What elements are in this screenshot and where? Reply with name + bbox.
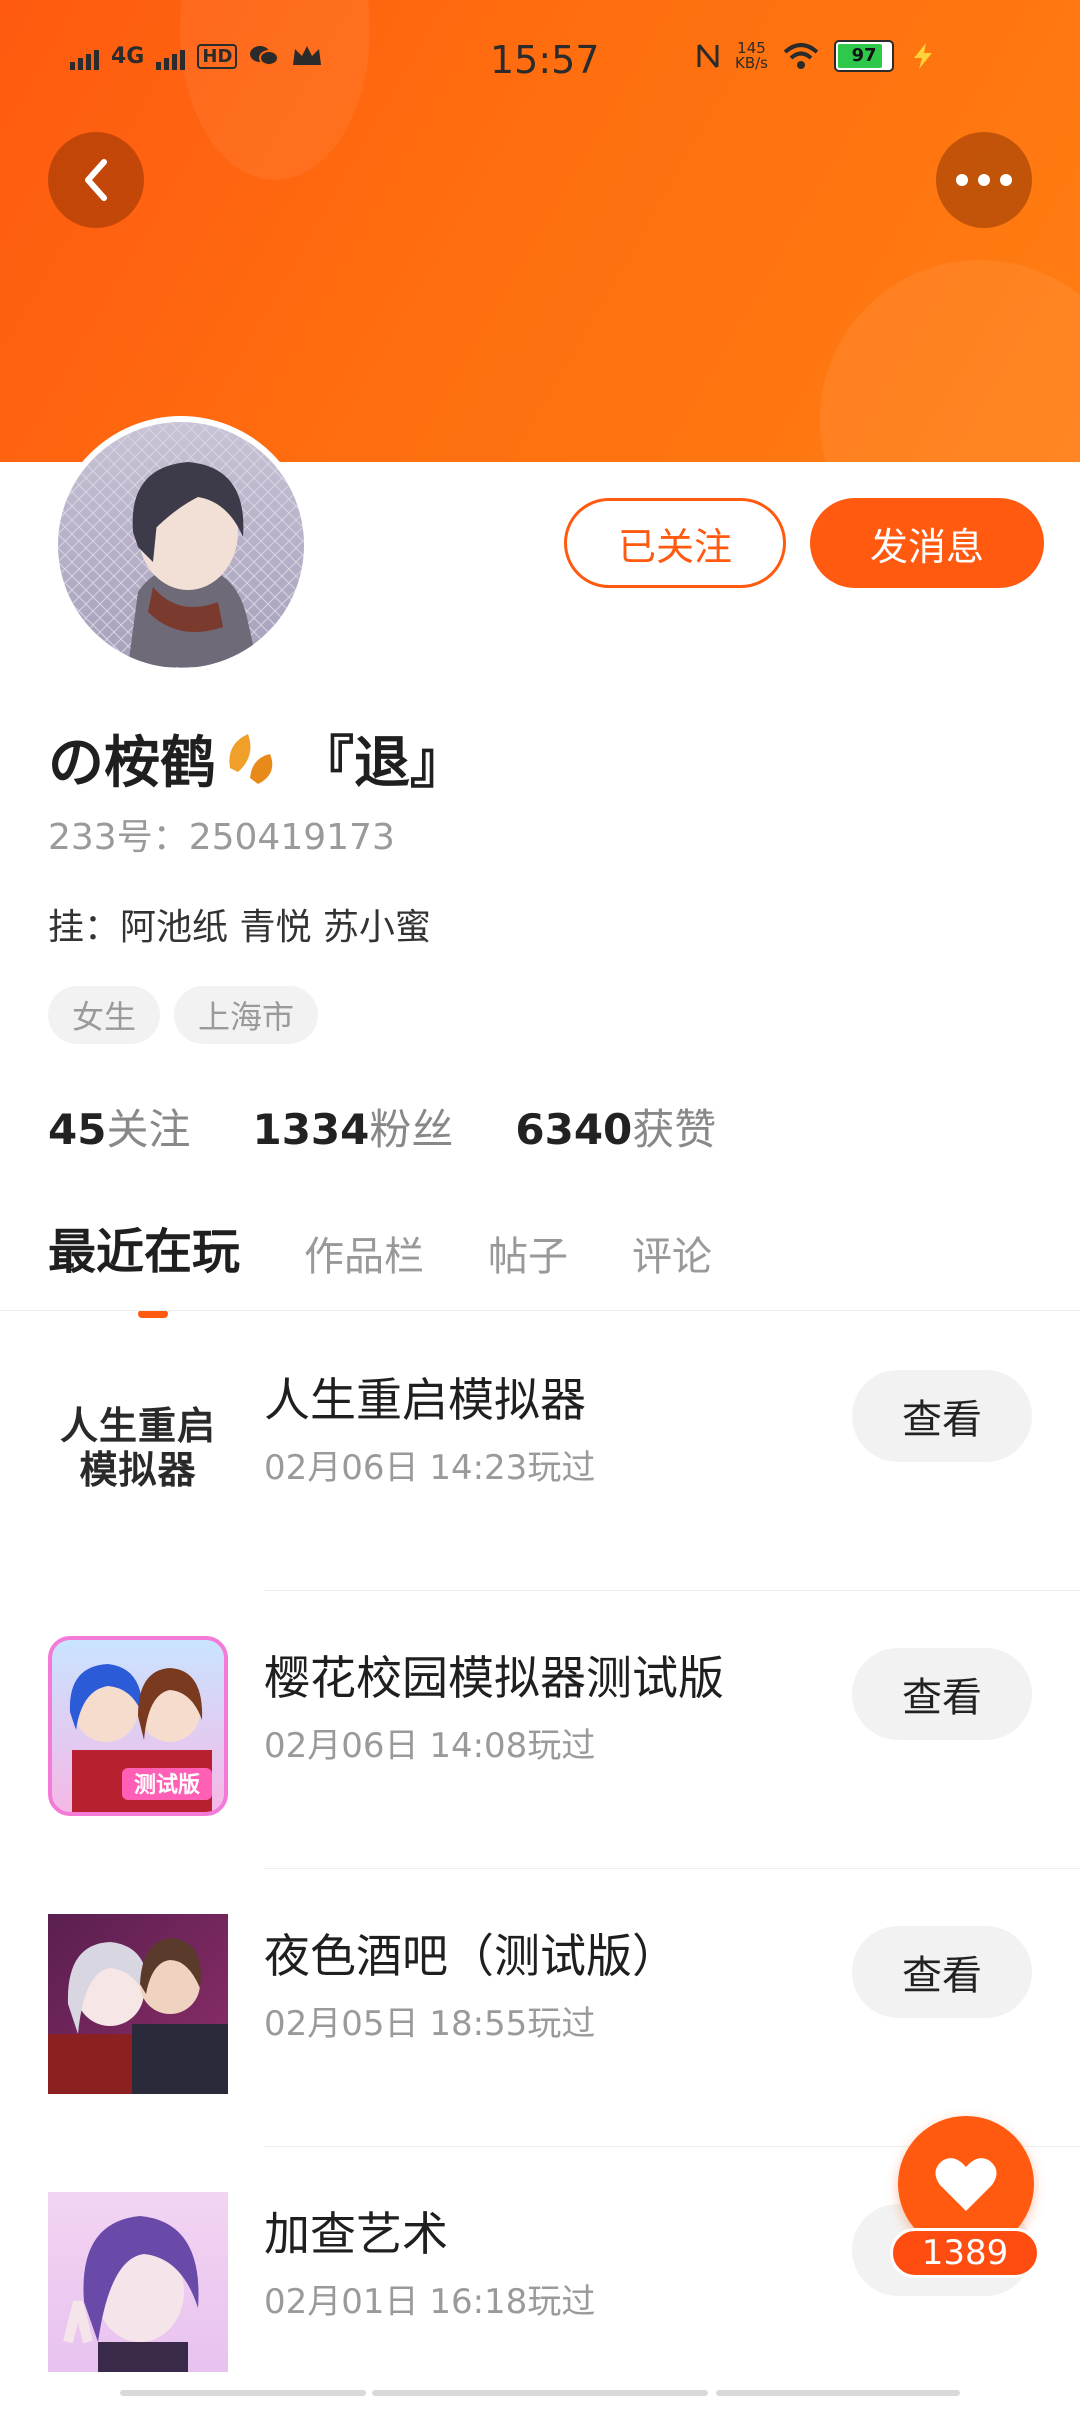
game-played-time: 02月06日 14:08玩过 bbox=[264, 1726, 596, 1766]
game-played-time: 02月06日 14:23玩过 bbox=[264, 1448, 596, 1488]
like-count-badge: 1389 bbox=[890, 2228, 1040, 2278]
avatar[interactable] bbox=[52, 416, 310, 674]
view-button[interactable]: 查看 bbox=[852, 1926, 1032, 2018]
profile-tags: 女生 上海市 bbox=[48, 986, 319, 1044]
game-icon bbox=[48, 1914, 228, 2094]
nfc-icon bbox=[697, 44, 719, 68]
pending-mentions: 挂：阿池纸 青悦 苏小蜜 bbox=[48, 907, 431, 948]
following-stat[interactable]: 45关注 bbox=[48, 1096, 190, 1157]
profile-header-banner: 4G HD 15:57 145 KB/s 97 bbox=[0, 0, 1080, 462]
likes-stat[interactable]: 6340获赞 bbox=[515, 1096, 716, 1157]
user-id: 233号：250419173 bbox=[48, 817, 395, 858]
tabs-divider bbox=[0, 1310, 1080, 1311]
game-icon: 人生重启 模拟器 bbox=[48, 1358, 228, 1538]
avatar-image bbox=[58, 422, 304, 668]
game-title: 夜色酒吧（测试版） bbox=[264, 1929, 678, 1983]
tab-comments[interactable]: 评论 bbox=[632, 1224, 712, 1282]
svg-text:测试版: 测试版 bbox=[134, 1773, 200, 1798]
view-button[interactable]: 查看 bbox=[852, 1648, 1032, 1740]
status-time: 15:57 bbox=[490, 38, 600, 82]
network-speed: 145 KB/s bbox=[735, 39, 768, 72]
signal-icon bbox=[70, 42, 99, 70]
banner-decoration bbox=[820, 260, 1080, 462]
crown-icon bbox=[293, 46, 322, 65]
bottom-indicator bbox=[716, 2390, 960, 2396]
game-list-item[interactable]: 夜色酒吧（测试版） 02月05日 18:55玩过 查看 bbox=[0, 1868, 1080, 2146]
status-bar: 4G HD 15:57 145 KB/s 97 bbox=[0, 34, 1080, 94]
bottom-indicator bbox=[372, 2390, 708, 2396]
chevron-left-icon bbox=[85, 159, 107, 201]
tab-works[interactable]: 作品栏 bbox=[304, 1224, 424, 1282]
more-options-button[interactable] bbox=[936, 132, 1032, 228]
profile-name: の桉鹤 『退』 bbox=[48, 718, 466, 799]
wechat-icon bbox=[250, 46, 280, 66]
game-title: 樱花校园模拟器测试版 bbox=[264, 1651, 724, 1705]
view-button[interactable]: 查看 bbox=[852, 1370, 1032, 1462]
heart-icon bbox=[935, 2158, 997, 2211]
gender-tag: 女生 bbox=[48, 986, 161, 1044]
game-icon: 测试版 bbox=[48, 1636, 228, 1816]
location-tag: 上海市 bbox=[174, 986, 319, 1044]
profile-tabs: 最近在玩 作品栏 帖子 评论 bbox=[48, 1212, 712, 1318]
game-title: 人生重启模拟器 bbox=[264, 1373, 586, 1427]
network-type: 4G bbox=[111, 43, 145, 69]
profile-stats: 45关注 1334粉丝 6340获赞 bbox=[48, 1096, 716, 1157]
wifi-icon bbox=[783, 43, 819, 69]
battery-icon: 97 bbox=[834, 40, 894, 72]
game-list-item[interactable]: 测试版 樱花校园模拟器测试版 02月06日 14:08玩过 查看 bbox=[0, 1590, 1080, 1868]
tab-recently-played[interactable]: 最近在玩 bbox=[48, 1212, 240, 1318]
followed-button[interactable]: 已关注 bbox=[564, 498, 786, 588]
game-icon bbox=[48, 2192, 228, 2372]
hd-icon: HD bbox=[197, 43, 238, 69]
game-title: 加查艺术 bbox=[264, 2207, 448, 2261]
send-message-button[interactable]: 发消息 bbox=[810, 498, 1044, 588]
leaf-icon bbox=[229, 733, 273, 784]
more-dots-icon bbox=[956, 174, 1012, 186]
back-button[interactable] bbox=[48, 132, 144, 228]
bottom-indicator bbox=[120, 2390, 366, 2396]
followers-stat[interactable]: 1334粉丝 bbox=[252, 1096, 453, 1157]
charging-icon bbox=[914, 43, 932, 69]
tab-posts[interactable]: 帖子 bbox=[488, 1224, 568, 1282]
game-list-item[interactable]: 人生重启 模拟器 人生重启模拟器 02月06日 14:23玩过 查看 bbox=[0, 1312, 1080, 1590]
game-played-time: 02月01日 16:18玩过 bbox=[264, 2282, 596, 2322]
game-played-time: 02月05日 18:55玩过 bbox=[264, 2004, 596, 2044]
signal-icon bbox=[156, 42, 186, 70]
